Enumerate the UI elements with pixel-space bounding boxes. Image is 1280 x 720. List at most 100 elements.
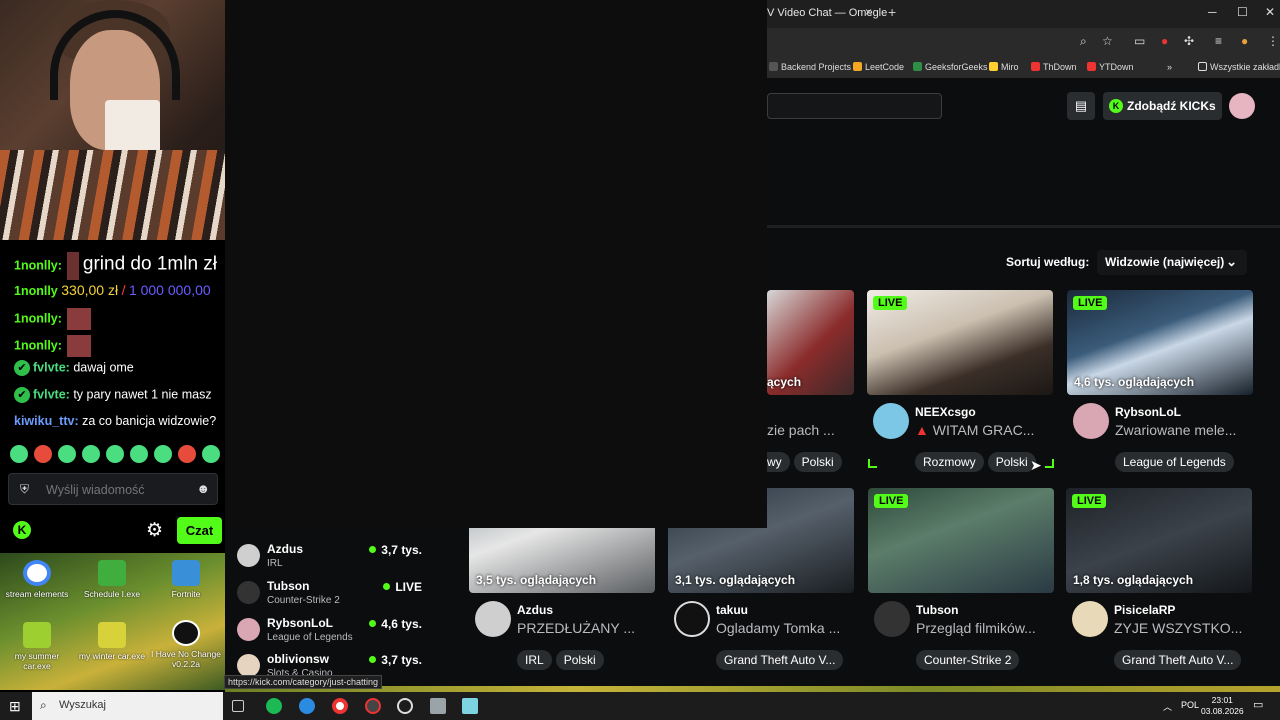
emote-icon[interactable] bbox=[34, 445, 52, 463]
clock[interactable]: 23:01 03.08.2026 bbox=[1201, 695, 1244, 717]
language-indicator[interactable]: POL bbox=[1181, 700, 1199, 710]
tag[interactable]: Grand Theft Auto V... bbox=[1114, 650, 1242, 670]
tag[interactable]: Grand Theft Auto V... bbox=[716, 650, 844, 670]
get-kicks-button[interactable]: K Zdobądź KICKs bbox=[1103, 92, 1222, 120]
zoom-icon[interactable]: ⌕ bbox=[1080, 34, 1087, 49]
avatar[interactable] bbox=[874, 601, 910, 637]
taskbar-search[interactable]: ⌕ Wyszukaj bbox=[32, 692, 223, 720]
profile-icon[interactable]: ● bbox=[1241, 34, 1248, 48]
chat-username[interactable]: fvlvte bbox=[33, 360, 66, 374]
star-icon[interactable]: ☆ bbox=[1102, 34, 1113, 48]
tag[interactable]: Polski bbox=[987, 452, 1036, 472]
chat-username[interactable]: 1nonlly bbox=[14, 338, 58, 352]
stream-thumbnail[interactable]: LIVE bbox=[868, 488, 1054, 593]
bookmark[interactable]: LeetCode bbox=[853, 62, 904, 72]
tag[interactable]: Counter-Strike 2 bbox=[916, 650, 1020, 670]
media-icon[interactable]: ≡ bbox=[1215, 34, 1222, 48]
kick-logo-icon[interactable]: K bbox=[13, 521, 31, 539]
app-icon[interactable] bbox=[397, 698, 413, 714]
chrome-icon[interactable] bbox=[332, 698, 348, 714]
sidebar-channel[interactable]: RybsonLoL League of Legends 4,6 tys. bbox=[237, 614, 422, 648]
streamer-name[interactable]: Azdus bbox=[517, 603, 553, 617]
bookmark[interactable]: Backend Projects bbox=[769, 62, 851, 72]
app-icon[interactable] bbox=[430, 698, 446, 714]
task-view-icon[interactable] bbox=[232, 700, 244, 712]
close-window-icon[interactable]: ✕ bbox=[1265, 5, 1275, 19]
chat-username[interactable]: 1nonlly bbox=[14, 311, 58, 325]
stream-thumbnail[interactable]: LIVE 1,8 tys. oglądających bbox=[1066, 488, 1252, 593]
chat-username[interactable]: kiwiku_ttv bbox=[14, 414, 74, 428]
chat-username[interactable]: 1nonlly bbox=[14, 284, 58, 298]
stream-thumbnail[interactable]: LIVE bbox=[867, 290, 1053, 395]
user-avatar[interactable] bbox=[1229, 93, 1255, 119]
tag[interactable]: IRL bbox=[517, 650, 552, 670]
bookmark[interactable]: ThDown bbox=[1031, 62, 1077, 72]
tag[interactable]: Rozmowy bbox=[915, 452, 984, 472]
stream-thumbnail[interactable]: ących bbox=[767, 290, 854, 395]
extension-icon[interactable]: ▭ bbox=[1134, 34, 1145, 48]
sidebar-channel[interactable]: Azdus IRL 3,7 tys. bbox=[237, 540, 422, 574]
avatar[interactable] bbox=[674, 601, 710, 637]
stream-card[interactable]: LIVE 1,8 tys. oglądających PisicelaRP ZY… bbox=[1066, 488, 1252, 670]
avatar[interactable] bbox=[873, 403, 909, 439]
avatar[interactable] bbox=[1073, 403, 1109, 439]
layout-icon[interactable]: ▤ bbox=[1067, 92, 1095, 120]
extensions-icon[interactable]: ✣ bbox=[1184, 34, 1194, 48]
avatar[interactable] bbox=[475, 601, 511, 637]
stream-title[interactable]: zie pach ... bbox=[767, 422, 854, 438]
app-icon[interactable] bbox=[462, 698, 478, 714]
streamer-name[interactable]: Tubson bbox=[916, 603, 958, 617]
desktop-icon[interactable]: I Have No Change v0.2.2a bbox=[149, 620, 223, 669]
stream-card[interactable]: LIVE NEEXcsgo ▲ WITAM GRAC... Rozmowy Po… bbox=[867, 290, 1053, 472]
emote-icon[interactable] bbox=[10, 445, 28, 463]
tag[interactable]: wy bbox=[767, 452, 790, 472]
obs-icon[interactable] bbox=[365, 698, 381, 714]
stream-title[interactable]: ZYJE WSZYSTKO... bbox=[1114, 620, 1250, 636]
emote-icon[interactable] bbox=[58, 445, 76, 463]
stream-title[interactable]: PRZEDŁUŻANY ... bbox=[517, 620, 653, 636]
bookmark[interactable]: YTDown bbox=[1087, 62, 1134, 72]
desktop-icon[interactable]: stream elements bbox=[0, 560, 74, 599]
emote-icon[interactable] bbox=[130, 445, 148, 463]
menu-icon[interactable]: ⋮ bbox=[1267, 34, 1279, 48]
stream-title[interactable]: Ogladamy Tomka ... bbox=[716, 620, 852, 636]
spotify-icon[interactable] bbox=[266, 698, 282, 714]
edge-icon[interactable] bbox=[299, 698, 315, 714]
tag[interactable]: Polski bbox=[793, 452, 842, 472]
close-icon[interactable]: × bbox=[865, 5, 872, 19]
new-tab-icon[interactable]: + bbox=[888, 4, 896, 20]
stream-thumbnail[interactable]: LIVE 4,6 tys. oglądających bbox=[1067, 290, 1253, 395]
stream-title[interactable]: Przegląd filmików... bbox=[916, 620, 1052, 636]
chat-username[interactable]: 1nonlly bbox=[14, 258, 58, 272]
chevron-up-icon[interactable]: ︿ bbox=[1163, 700, 1172, 713]
desktop-icon[interactable]: Schedule I.exe bbox=[75, 560, 149, 599]
sidebar-channel[interactable]: oblivionsw Slots & Casino 3,7 tys. bbox=[237, 650, 422, 676]
bookmark[interactable]: Miro bbox=[989, 62, 1019, 72]
stream-title[interactable]: ▲ WITAM GRAC... bbox=[915, 422, 1051, 438]
avatar[interactable] bbox=[1072, 601, 1108, 637]
stream-title[interactable]: Zwariowane mele... bbox=[1115, 422, 1251, 438]
emote-icon[interactable] bbox=[82, 445, 100, 463]
stream-card[interactable]: LIVE Tubson Przegląd filmików... Counter… bbox=[868, 488, 1054, 670]
send-chat-button[interactable]: Czat bbox=[177, 517, 222, 544]
streamer-name[interactable]: PisicelaRP bbox=[1114, 603, 1175, 617]
notification-icon[interactable]: ▭ bbox=[1253, 698, 1263, 711]
emote-icon[interactable] bbox=[178, 445, 196, 463]
desktop-icon[interactable]: my summer car.exe bbox=[0, 622, 74, 671]
extension-icon[interactable]: ● bbox=[1161, 34, 1168, 48]
gear-icon[interactable]: ⚙ bbox=[146, 519, 163, 542]
emote-icon[interactable] bbox=[106, 445, 124, 463]
desktop-icon[interactable]: Fortnite bbox=[149, 560, 223, 599]
chat-message-input[interactable] bbox=[46, 480, 186, 500]
tag[interactable]: Polski bbox=[555, 650, 604, 670]
streamer-name[interactable]: takuu bbox=[716, 603, 748, 617]
sort-dropdown[interactable]: Widzowie (najwięcej) ⌄ bbox=[1097, 250, 1247, 275]
streamer-name[interactable]: RybsonLoL bbox=[1115, 405, 1181, 419]
tag[interactable]: League of Legends bbox=[1115, 452, 1234, 472]
stream-card[interactable]: ących zie pach ... wy Polski bbox=[767, 290, 854, 472]
emote-icon[interactable] bbox=[202, 445, 220, 463]
bookmark-folder[interactable]: Wszystkie zakładki bbox=[1198, 62, 1280, 72]
address-bar[interactable]: ⌕ ☆ ▭ ● ✣ ≡ ● ⋮ bbox=[767, 28, 1280, 56]
search-input[interactable] bbox=[767, 93, 942, 119]
bookmarks-overflow[interactable]: » bbox=[1167, 62, 1172, 72]
